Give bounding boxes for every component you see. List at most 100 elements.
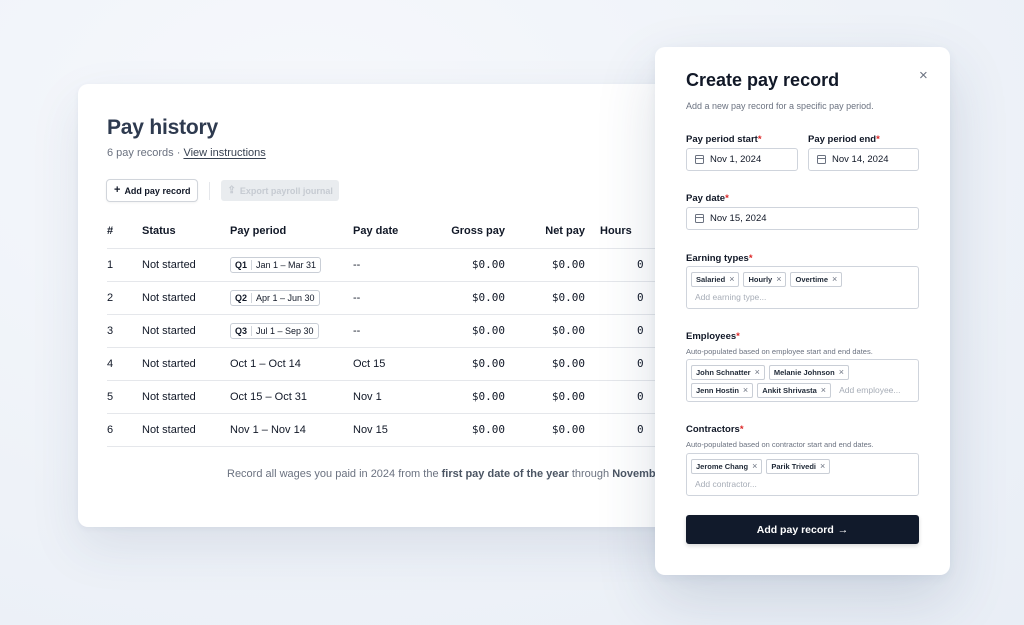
row-pay-period: Oct 15 – Oct 31	[230, 380, 353, 414]
remove-tag-icon[interactable]: ×	[752, 461, 757, 471]
row-number: 2	[107, 281, 142, 315]
column-header-pay-date[interactable]: Pay date	[353, 214, 429, 249]
table-row[interactable]: 5 Not started Oct 15 – Oct 31 Nov 1 $0.0…	[107, 380, 718, 414]
employees-input[interactable]: John Schnatter × Melanie Johnson × Jenn Ho…	[686, 359, 919, 402]
dialog-title: Create pay record	[686, 70, 840, 90]
tag-contractor: Jerome Chang ×	[691, 458, 763, 474]
table-row[interactable]: 1 Not started Q1 Jan 1 – Mar 31 -- $0.00 …	[107, 248, 718, 282]
tag-label: Jerome Chang	[696, 461, 749, 471]
row-gross-pay: $0.00	[429, 314, 509, 348]
employees-tags-row-2: Jenn Hostin × Ankit Shrivasta × Add employ…	[691, 381, 914, 399]
upload-icon: ⇪	[227, 185, 236, 196]
table-row[interactable]: 2 Not started Q2 Apr 1 – Jun 30 -- $0.00 …	[107, 281, 718, 315]
row-status: Not started	[142, 248, 230, 282]
row-pay-period: Q2 Apr 1 – Jun 30	[230, 281, 353, 315]
period-chip: Q1 Jan 1 – Mar 31	[230, 256, 322, 273]
column-header-pay-period[interactable]: Pay period	[230, 214, 353, 249]
column-header-gross-pay[interactable]: Gross pay	[429, 214, 509, 249]
pay-period-start-value: Nov 1, 2024	[710, 154, 762, 165]
page-title: Pay history	[107, 116, 219, 139]
period-chip: Q2 Apr 1 – Jun 30	[230, 289, 320, 306]
contractors-hint: Auto-populated based on contractor start…	[686, 440, 874, 449]
earning-types-placeholder-row: Add earning type...	[691, 288, 914, 306]
period-chip: Q3 Jul 1 – Sep 30	[230, 322, 319, 339]
period-range: Apr 1 – Jun 30	[256, 292, 315, 303]
row-pay-date: --	[353, 314, 429, 348]
footer-text-1: Record all wages you paid in 2024 from t…	[227, 468, 442, 480]
tag-salaried: Salaried ×	[691, 271, 740, 287]
row-gross-pay: $0.00	[429, 347, 509, 381]
employees-label: Employees*	[686, 331, 740, 342]
earning-type-placeholder[interactable]: Add earning type...	[691, 292, 766, 302]
page-subtitle: 6 pay records · View instructions	[107, 147, 266, 159]
pay-history-card: Pay history 6 pay records · View instruc…	[78, 84, 718, 527]
view-instructions-link[interactable]: View instructions	[183, 147, 265, 159]
required-asterisk: *	[736, 331, 740, 342]
pay-date-input[interactable]: Nov 15, 2024	[686, 207, 919, 230]
row-pay-date: --	[353, 248, 429, 282]
row-status: Not started	[142, 413, 230, 447]
submit-add-pay-record-button[interactable]: Add pay record →	[686, 515, 919, 544]
subtitle-separator: ·	[176, 147, 181, 159]
table-row[interactable]: 6 Not started Nov 1 – Nov 14 Nov 15 $0.0…	[107, 413, 718, 447]
pay-date-label-text: Pay date	[686, 193, 726, 204]
earning-types-label-text: Earning types	[686, 253, 749, 264]
remove-tag-icon[interactable]: ×	[832, 274, 837, 284]
tag-contractor: Parik Trivedi ×	[766, 458, 831, 474]
column-header-status[interactable]: Status	[142, 214, 230, 249]
row-net-pay: $0.00	[509, 281, 589, 315]
row-pay-date: Oct 15	[353, 347, 429, 381]
pay-period-end-value: Nov 14, 2024	[832, 154, 889, 165]
pay-date-value: Nov 15, 2024	[710, 213, 767, 224]
pay-period-end-input[interactable]: Nov 14, 2024	[808, 148, 919, 171]
table-row[interactable]: 3 Not started Q3 Jul 1 – Sep 30 -- $0.00 …	[107, 314, 718, 348]
remove-tag-icon[interactable]: ×	[729, 274, 734, 284]
tag-employee: Ankit Shrivasta ×	[757, 382, 832, 398]
pay-period-end-label: Pay period end*	[808, 134, 880, 145]
remove-tag-icon[interactable]: ×	[776, 274, 781, 284]
contractor-placeholder[interactable]: Add contractor...	[691, 479, 757, 489]
remove-tag-icon[interactable]: ×	[755, 367, 760, 377]
pay-period-start-input[interactable]: Nov 1, 2024	[686, 148, 798, 171]
tag-label: Jenn Hostin	[696, 385, 739, 395]
pay-period-start-label: Pay period start*	[686, 134, 762, 145]
tag-label: Parik Trivedi	[771, 461, 816, 471]
arrow-right-icon: →	[837, 523, 849, 536]
tag-hourly: Hourly ×	[743, 271, 787, 287]
table-row[interactable]: 4 Not started Oct 1 – Oct 14 Oct 15 $0.0…	[107, 347, 718, 381]
toolbar: + Add pay record ⇪ Export payroll journa…	[106, 179, 339, 202]
contractors-tags: Jerome Chang × Parik Trivedi ×	[691, 457, 914, 475]
tag-employee: Jenn Hostin ×	[691, 382, 754, 398]
export-payroll-journal-button[interactable]: ⇪ Export payroll journal	[221, 180, 339, 201]
pay-history-table: # Status Pay period Pay date Gross pay N…	[107, 214, 718, 447]
earning-types-input[interactable]: Salaried × Hourly × Overtime × Add earning …	[686, 266, 919, 309]
pay-date-label: Pay date*	[686, 193, 729, 204]
row-gross-pay: $0.00	[429, 281, 509, 315]
remove-tag-icon[interactable]: ×	[839, 367, 844, 377]
required-asterisk: *	[876, 134, 880, 145]
row-status: Not started	[142, 380, 230, 414]
required-asterisk: *	[748, 253, 753, 264]
employee-placeholder[interactable]: Add employee...	[835, 385, 900, 395]
row-pay-date: Nov 15	[353, 413, 429, 447]
row-number: 3	[107, 314, 142, 348]
row-pay-period: Q1 Jan 1 – Mar 31	[230, 248, 353, 282]
column-header-number[interactable]: #	[107, 214, 142, 249]
calendar-icon	[695, 214, 704, 223]
row-number: 1	[107, 248, 142, 282]
close-icon[interactable]: ×	[919, 67, 928, 84]
required-asterisk: *	[757, 134, 762, 145]
quarter-label: Q1	[235, 259, 253, 270]
remove-tag-icon[interactable]: ×	[743, 385, 748, 395]
dialog-subtitle: Add a new pay record for a specific pay …	[686, 101, 874, 111]
quarter-label: Q2	[235, 292, 253, 303]
column-header-net-pay[interactable]: Net pay	[509, 214, 589, 249]
employees-hint: Auto-populated based on employee start a…	[686, 347, 873, 356]
earning-types-label: Earning types*	[686, 253, 753, 264]
contractors-input[interactable]: Jerome Chang × Parik Trivedi × Add contrac…	[686, 453, 919, 496]
remove-tag-icon[interactable]: ×	[820, 461, 825, 471]
tag-label: Ankit Shrivasta	[762, 385, 817, 395]
remove-tag-icon[interactable]: ×	[821, 385, 826, 395]
row-net-pay: $0.00	[509, 248, 589, 282]
add-pay-record-button[interactable]: + Add pay record	[106, 179, 199, 202]
